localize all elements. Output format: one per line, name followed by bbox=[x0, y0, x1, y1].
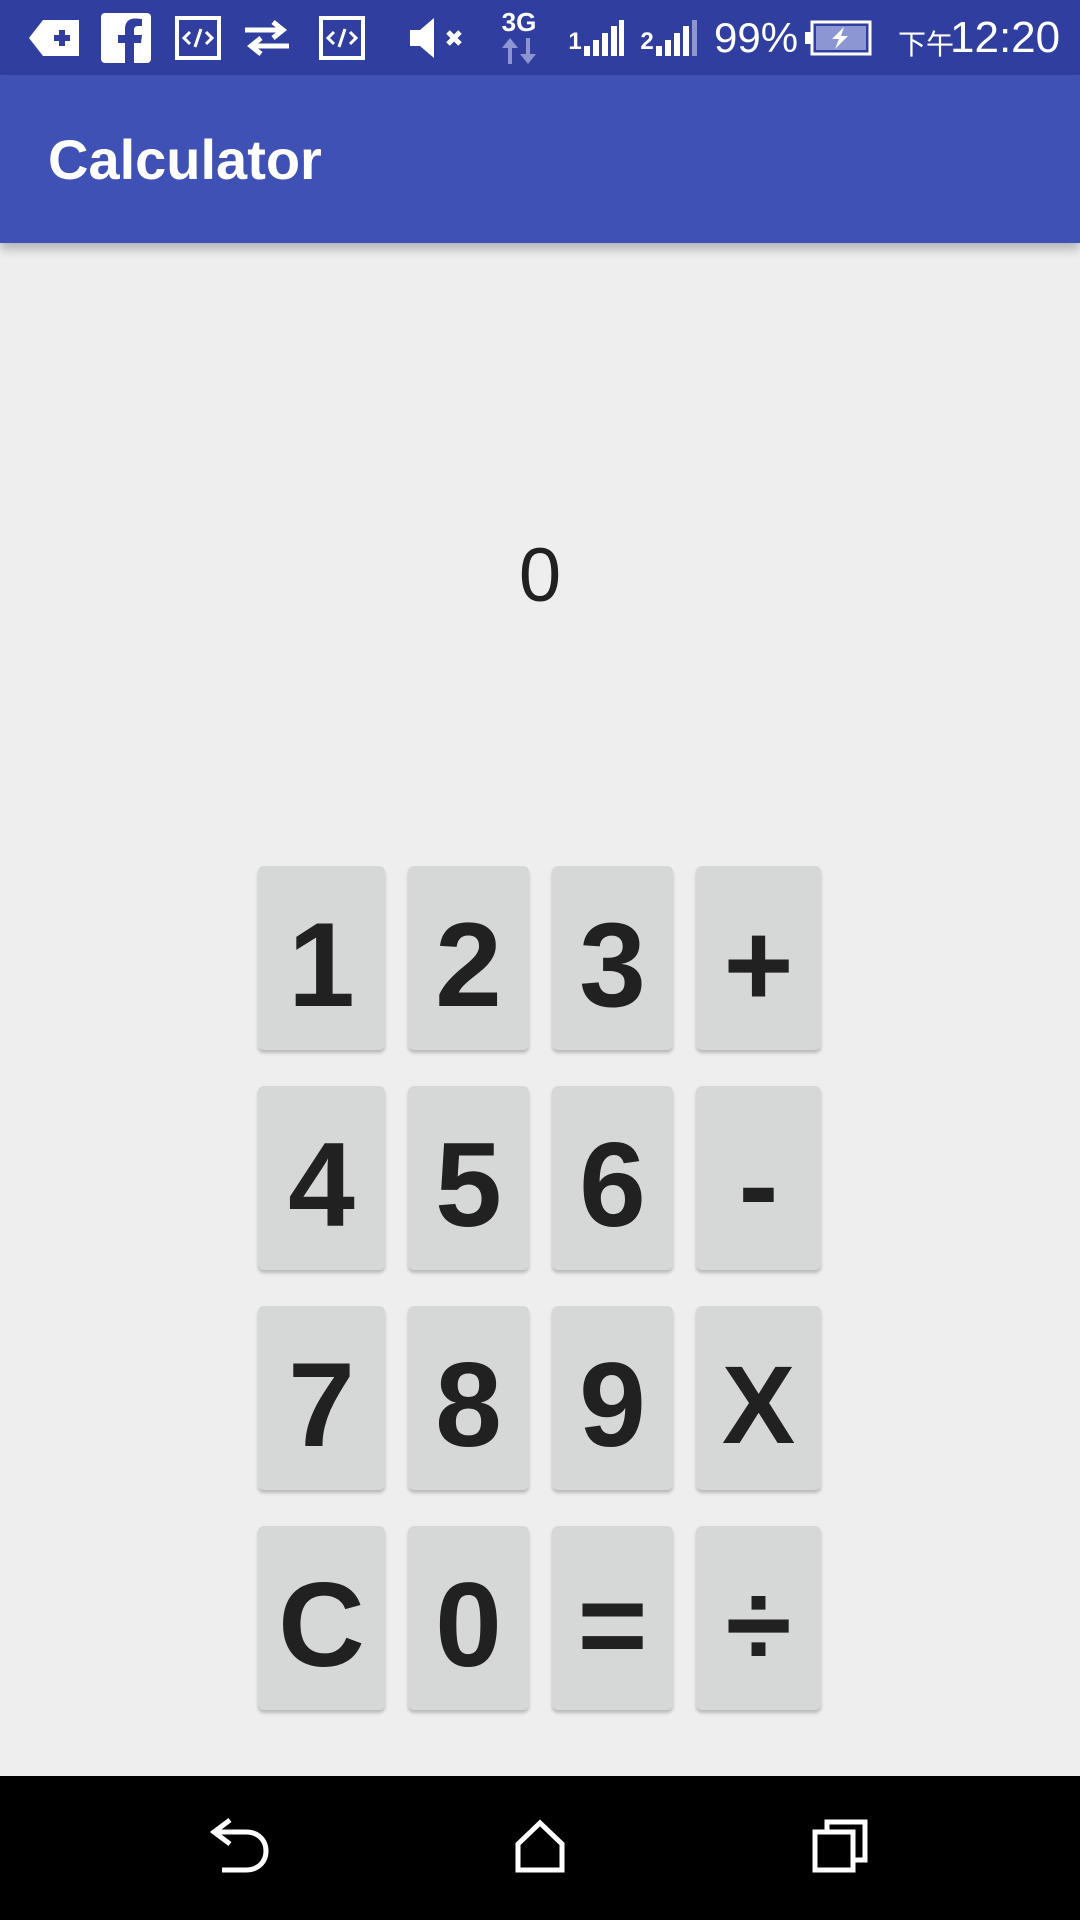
app-add-icon bbox=[26, 12, 82, 64]
key-9[interactable]: 9 bbox=[552, 1306, 673, 1490]
code-icon bbox=[318, 12, 366, 64]
back-icon bbox=[208, 1816, 272, 1880]
status-bar: 3G 1 2 99% 下午 12:20 bbox=[0, 0, 1080, 75]
key-0[interactable]: 0 bbox=[408, 1526, 529, 1710]
clock-time: 12:20 bbox=[950, 12, 1061, 62]
sim1-label: 1 bbox=[568, 28, 582, 55]
mute-icon bbox=[408, 12, 468, 64]
app-title: Calculator bbox=[48, 127, 322, 191]
key-7[interactable]: 7 bbox=[258, 1306, 385, 1490]
signal-icon: 2 bbox=[638, 12, 700, 64]
key-2[interactable]: 2 bbox=[408, 866, 529, 1050]
network-3g-icon: 3G bbox=[494, 4, 544, 70]
key-divide[interactable]: ÷ bbox=[696, 1526, 821, 1710]
key-3[interactable]: 3 bbox=[552, 866, 673, 1050]
key-1[interactable]: 1 bbox=[258, 866, 385, 1050]
code-icon bbox=[174, 12, 222, 64]
network-type-label: 3G bbox=[501, 7, 537, 37]
recents-button[interactable] bbox=[790, 1798, 890, 1898]
facebook-icon bbox=[100, 12, 152, 64]
key-6[interactable]: 6 bbox=[552, 1086, 673, 1270]
app-bar: Calculator bbox=[0, 75, 1080, 243]
sim2-label: 2 bbox=[640, 28, 654, 55]
home-icon bbox=[512, 1818, 568, 1878]
calculator-screen: 3G 1 2 99% 下午 12:20 Calculator 0 1 2 3 +… bbox=[0, 0, 1080, 1920]
key-add[interactable]: + bbox=[696, 866, 821, 1050]
battery-charging-icon bbox=[804, 12, 872, 64]
navigation-bar bbox=[0, 1776, 1080, 1920]
key-clear[interactable]: C bbox=[258, 1526, 385, 1710]
key-4[interactable]: 4 bbox=[258, 1086, 385, 1270]
back-button[interactable] bbox=[190, 1798, 290, 1898]
sync-arrows-icon bbox=[240, 12, 294, 64]
time-prefix: 下午 bbox=[898, 27, 955, 61]
battery-percent: 99% bbox=[714, 13, 799, 61]
key-8[interactable]: 8 bbox=[408, 1306, 529, 1490]
result-display: 0 bbox=[518, 532, 562, 618]
key-equals[interactable]: = bbox=[552, 1526, 673, 1710]
key-multiply[interactable]: X bbox=[696, 1306, 821, 1490]
home-button[interactable] bbox=[490, 1798, 590, 1898]
signal-icon: 1 bbox=[566, 12, 626, 64]
key-5[interactable]: 5 bbox=[408, 1086, 529, 1270]
recents-icon bbox=[811, 1818, 869, 1878]
key-subtract[interactable]: - bbox=[696, 1086, 821, 1270]
